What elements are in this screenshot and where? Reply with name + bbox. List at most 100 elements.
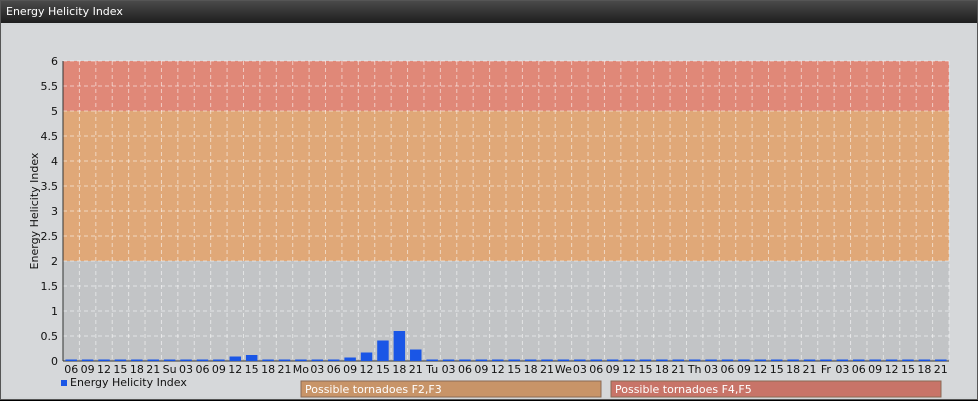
x-tick-label: 15 xyxy=(901,363,915,376)
x-tick-label: Mo xyxy=(293,363,309,376)
legend-label: Energy Helicity Index xyxy=(70,376,187,389)
x-tick-label: 12 xyxy=(360,363,374,376)
bar-27 xyxy=(508,359,520,361)
bar-12 xyxy=(262,359,274,361)
legend-swatch xyxy=(61,380,67,386)
bar-14 xyxy=(295,359,307,361)
x-tick-label: 06 xyxy=(589,363,603,376)
x-tick-label: 09 xyxy=(474,363,488,376)
x-tick-label: 09 xyxy=(868,363,882,376)
x-tick-label: 18 xyxy=(917,363,931,376)
x-tick-label: 21 xyxy=(803,363,817,376)
bar-18 xyxy=(360,352,373,361)
bar-3 xyxy=(114,359,127,361)
x-tick-label: 15 xyxy=(113,363,127,376)
bar-46 xyxy=(820,359,832,361)
zone-label-1: Possible tornadoes F4,F5 xyxy=(615,383,752,396)
x-tick-label: 21 xyxy=(278,363,292,376)
bar-15 xyxy=(311,359,324,361)
x-tick-label: 06 xyxy=(195,363,209,376)
x-tick-label: 12 xyxy=(622,363,636,376)
chart-widget: Energy Helicity Index 0 0.5 1 1.5 2 2.5 3 3.5 4 4… xyxy=(0,0,978,400)
x-tick-label: 09 xyxy=(343,363,357,376)
bar-21 xyxy=(410,349,422,361)
y-axis-label: Energy Helicity Index xyxy=(28,152,41,269)
bar-13 xyxy=(278,359,291,361)
x-tick-label: 06 xyxy=(64,363,78,376)
x-tick-label: 03 xyxy=(179,363,193,376)
x-tick-label: 03 xyxy=(573,363,587,376)
x-tick-label: 18 xyxy=(786,363,800,376)
x-tick-label: 09 xyxy=(606,363,620,376)
x-tick-label: 12 xyxy=(491,363,505,376)
y-tick-label: 4 xyxy=(51,155,58,168)
x-tick-label: 06 xyxy=(852,363,866,376)
bar-5 xyxy=(147,359,159,361)
bar-8 xyxy=(196,359,209,361)
x-tick-label: Su xyxy=(163,363,177,376)
bar-26 xyxy=(492,359,504,361)
bar-48 xyxy=(853,359,865,361)
y-tick-label: 4.5 xyxy=(41,130,59,143)
x-tick-label: 18 xyxy=(392,363,406,376)
bar-11 xyxy=(245,355,258,361)
bar-45 xyxy=(803,359,816,361)
bar-44 xyxy=(787,359,799,361)
bar-39 xyxy=(705,359,717,361)
y-tick-label: 0 xyxy=(51,355,58,368)
x-tick-label: 15 xyxy=(376,363,390,376)
bar-7 xyxy=(180,359,192,361)
x-tick-label: Fr xyxy=(821,363,832,376)
y-tick-label: 6 xyxy=(51,55,58,68)
x-tick-label: 21 xyxy=(540,363,554,376)
bar-49 xyxy=(869,359,881,361)
bar-19 xyxy=(377,340,389,361)
x-tick-label: 18 xyxy=(130,363,144,376)
x-tick-label: 18 xyxy=(655,363,669,376)
ehi-chart: 0 0.5 1 1.5 2 2.5 3 3.5 4 4.5 5 5.5 6 Energy Helicity… xyxy=(28,55,950,398)
bar-41 xyxy=(738,359,750,361)
x-tick-label: 21 xyxy=(671,363,685,376)
bar-1 xyxy=(81,359,94,361)
bar-51 xyxy=(902,359,914,361)
x-tick-label: 09 xyxy=(737,363,751,376)
x-tick-label: 21 xyxy=(146,363,160,376)
bar-33 xyxy=(606,359,619,361)
bar-16 xyxy=(327,359,340,361)
x-tick-label: 18 xyxy=(524,363,538,376)
bar-17 xyxy=(344,357,356,361)
y-tick-label: 3.5 xyxy=(41,180,59,193)
y-tick-label: 2.5 xyxy=(41,230,59,243)
y-tick-label: 5 xyxy=(51,105,58,118)
bar-9 xyxy=(213,359,225,361)
bar-2 xyxy=(98,359,110,361)
bar-0 xyxy=(65,359,77,361)
bar-31 xyxy=(574,359,586,361)
bar-20 xyxy=(393,331,406,361)
x-tick-label: 15 xyxy=(245,363,259,376)
zone-label-0: Possible tornadoes F2,F3 xyxy=(305,383,442,396)
bar-47 xyxy=(836,359,849,361)
y-tick-label: 3 xyxy=(51,205,58,218)
x-tick-label: 09 xyxy=(212,363,226,376)
x-tick-label: 03 xyxy=(442,363,456,376)
bar-10 xyxy=(229,356,242,361)
bar-25 xyxy=(475,359,488,361)
bar-36 xyxy=(656,359,668,361)
x-tick-label: Th xyxy=(687,363,702,376)
bar-23 xyxy=(442,359,455,361)
x-tick-label: 15 xyxy=(770,363,784,376)
bar-32 xyxy=(590,359,602,361)
bar-4 xyxy=(131,359,143,361)
x-tick-label: 12 xyxy=(228,363,242,376)
x-tick-label: 12 xyxy=(97,363,111,376)
y-tick-label: 0.5 xyxy=(41,330,59,343)
x-tick-label: 03 xyxy=(704,363,718,376)
bar-50 xyxy=(885,359,898,361)
bar-35 xyxy=(639,359,652,361)
bar-22 xyxy=(426,359,438,361)
x-tick-label: 15 xyxy=(638,363,652,376)
bar-28 xyxy=(524,359,537,361)
bar-24 xyxy=(459,359,471,361)
x-tick-label: 21 xyxy=(934,363,948,376)
